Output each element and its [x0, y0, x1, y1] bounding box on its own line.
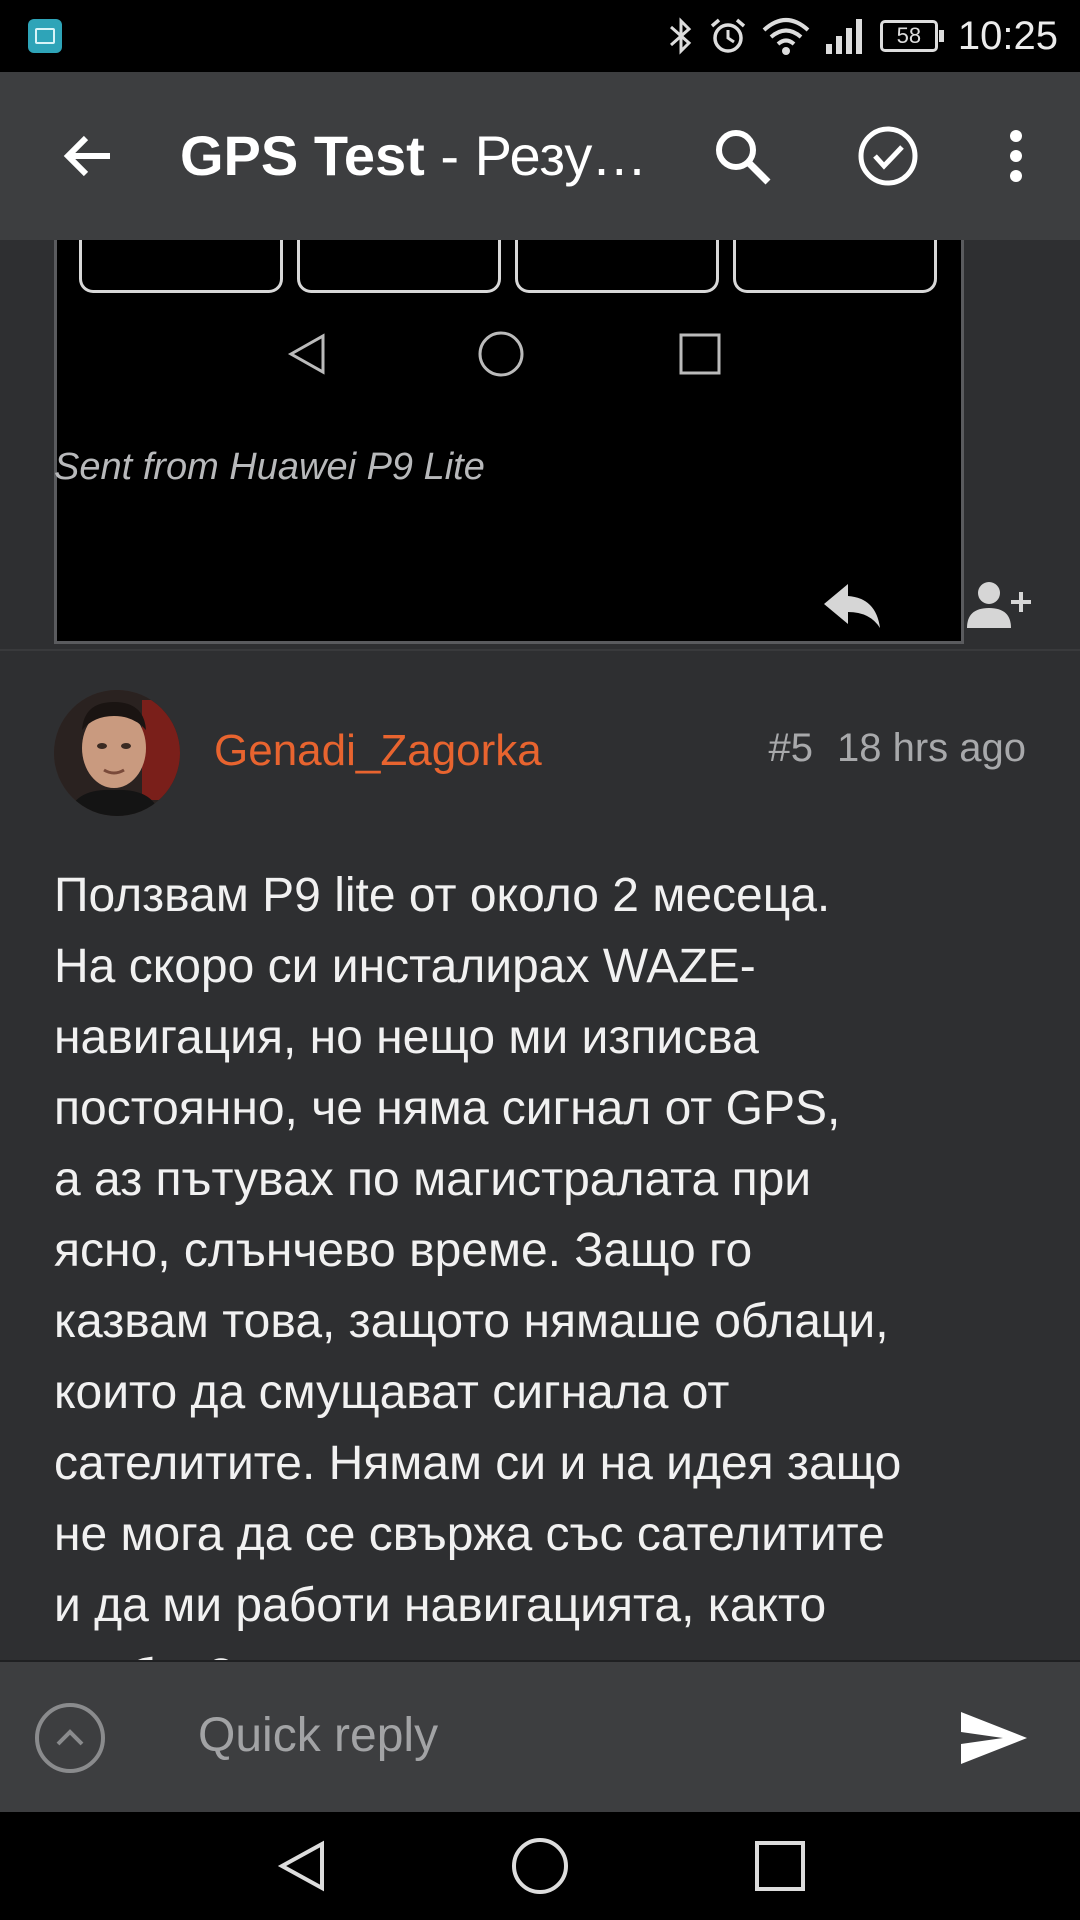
signal-icon	[825, 19, 862, 54]
post-meta: #5 18 hrs ago	[768, 726, 1026, 771]
post-body-line: навигация, но нещо ми изписва	[54, 1011, 759, 1064]
nav-back-icon[interactable]	[270, 1834, 334, 1898]
post-body: Ползвам P9 lite от около 2 месеца. На ск…	[54, 860, 1034, 1662]
post-body-line: ясно, слънчево време. Защо го	[54, 1224, 753, 1277]
post-body-line: постоянно, че няма сигнал от GPS,	[54, 1082, 841, 1135]
post-number[interactable]: #5	[768, 726, 813, 770]
app-bar: GPS Test - Резултати	[0, 72, 1080, 240]
post-header: Genadi_Zagorka #5 18 hrs ago	[0, 690, 1080, 820]
post-body-line: които да смущават сигнала от	[54, 1366, 730, 1419]
expand-up-icon[interactable]	[34, 1702, 106, 1774]
post-body-line: сателитите. Нямам си и на идея защо	[54, 1437, 902, 1490]
post-body-line: На скоро си инсталирах WAZE-	[54, 940, 756, 993]
quick-reply-input[interactable]: Quick reply	[198, 1708, 438, 1763]
bluetooth-icon	[669, 17, 692, 55]
nav-recents-icon[interactable]	[748, 1834, 812, 1898]
gallery-notification-icon	[28, 19, 62, 53]
add-person-icon[interactable]	[958, 570, 1038, 640]
back-arrow-icon[interactable]	[48, 116, 128, 196]
post-body-line: Ползвам P9 lite от около 2 месеца.	[54, 869, 831, 922]
check-circle-icon[interactable]	[848, 116, 928, 196]
post-body-line: а аз пътувах по магистралата при	[54, 1153, 812, 1206]
page-title: GPS Test - Резултати	[180, 124, 650, 187]
wifi-icon	[762, 18, 810, 55]
post-actions	[0, 550, 1080, 660]
quick-reply-bar: Quick reply	[0, 1660, 1080, 1814]
post-body-line: казвам това, защото нямаше облаци,	[54, 1295, 889, 1348]
battery-icon: 58	[879, 20, 944, 52]
battery-level: 58	[879, 20, 938, 52]
nav-home-icon[interactable]	[508, 1834, 572, 1898]
post-divider	[0, 649, 1080, 651]
system-nav-bar	[0, 1812, 1080, 1920]
overflow-menu-icon[interactable]	[976, 116, 1056, 196]
alarm-icon	[710, 18, 746, 53]
status-clock: 10:25	[957, 13, 1058, 58]
reply-icon[interactable]	[812, 570, 892, 640]
thread-content[interactable]: Sent from Huawei P9 Lite Genadi_Zagorka …	[0, 240, 1080, 1662]
status-bar: 58 10:25	[0, 0, 1080, 72]
send-icon[interactable]	[954, 1702, 1034, 1774]
post-body-line: не мога да се свържа със сателитите	[54, 1508, 885, 1561]
post-body-line: трябва?	[54, 1641, 1034, 1662]
post-time: 18 hrs ago	[836, 726, 1026, 770]
post-signature: Sent from Huawei P9 Lite	[54, 446, 485, 488]
avatar[interactable]	[54, 690, 180, 816]
post-author[interactable]: Genadi_Zagorka	[214, 726, 542, 776]
search-icon[interactable]	[702, 116, 782, 196]
post-body-line: и да ми работи навигацията, както	[54, 1579, 827, 1632]
